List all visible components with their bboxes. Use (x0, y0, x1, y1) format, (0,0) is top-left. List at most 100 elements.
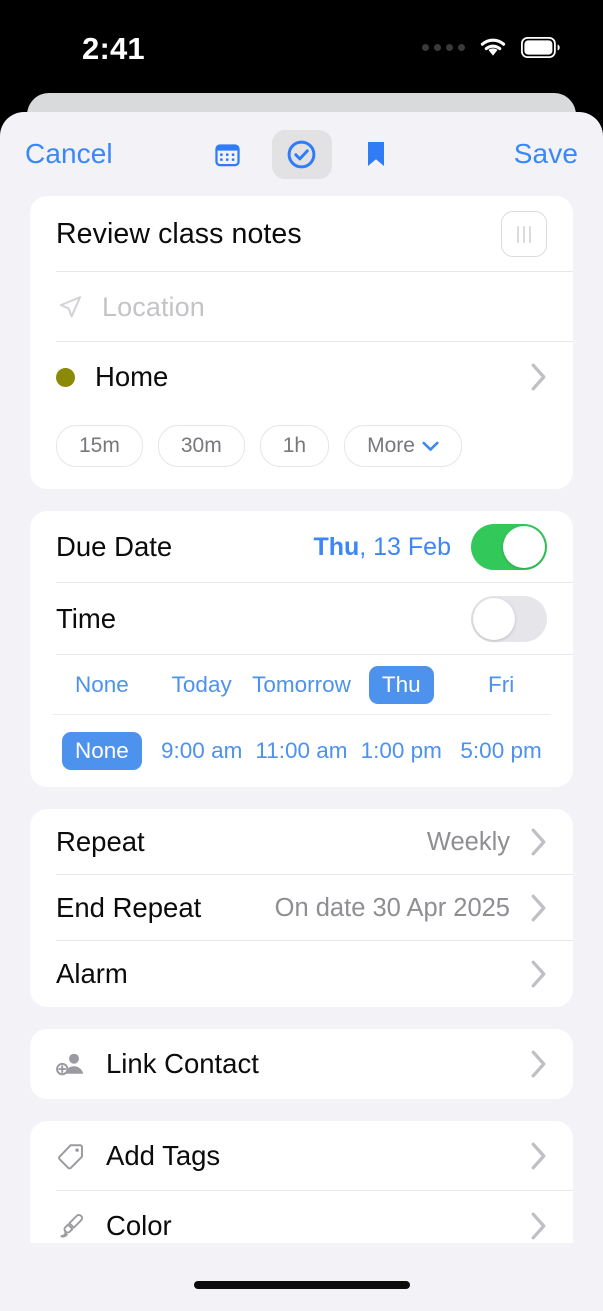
tags-color-card: Add Tags Color (30, 1121, 573, 1261)
quick-label: 11:00 am (255, 738, 348, 763)
save-button[interactable]: Save (514, 138, 578, 170)
due-date-toggle[interactable] (471, 524, 547, 570)
chip-label: More (367, 434, 415, 457)
segment-event[interactable] (198, 130, 258, 179)
calendar-icon (215, 143, 240, 166)
quick-label: 5:00 pm (460, 738, 542, 763)
chevron-right-icon (531, 1050, 546, 1078)
chevron-right-icon (531, 1212, 546, 1240)
time-label: Time (56, 603, 117, 634)
end-repeat-row[interactable]: End Repeat On date 30 Apr 2025 (30, 875, 573, 941)
date-quick-thu[interactable]: Thu (351, 666, 451, 704)
cancel-button[interactable]: Cancel (25, 138, 113, 170)
iphone-screen: 2:41 Cancel Save Review class notes Loca… (0, 0, 603, 1311)
repeat-label: Repeat (56, 826, 145, 857)
type-segmented-control (198, 129, 406, 179)
chevron-right-icon (531, 894, 546, 922)
duration-chip-15m[interactable]: 15m (56, 425, 143, 467)
chevron-right-icon (531, 1142, 546, 1170)
chevron-right-icon (531, 828, 546, 856)
date-quick-fri[interactable]: Fri (451, 672, 551, 698)
task-title-row[interactable]: Review class notes (30, 196, 573, 272)
time-quick-none[interactable]: None (52, 732, 152, 770)
link-contact-card: Link Contact (30, 1029, 573, 1099)
add-tags-label: Add Tags (106, 1140, 221, 1171)
list-name-label: Home (95, 361, 169, 392)
check-circle-icon (287, 140, 316, 168)
signal-dots-icon (422, 43, 465, 51)
task-title-input[interactable]: Review class notes (56, 218, 501, 251)
home-indicator[interactable] (193, 1281, 410, 1289)
priority-bars-icon[interactable] (501, 211, 547, 257)
quick-label: Tomorrow (252, 672, 351, 697)
due-date-rest: , 13 Feb (359, 532, 451, 561)
chevron-right-icon (531, 960, 546, 988)
quick-label: None (75, 672, 129, 697)
chevron-right-icon (531, 363, 546, 391)
status-bar-indicators (422, 36, 561, 58)
duration-chips-row: 15m 30m 1h More (30, 412, 573, 489)
quick-label: Fri (487, 672, 515, 697)
location-input[interactable]: Location (102, 292, 205, 323)
segment-task[interactable] (271, 129, 332, 179)
alarm-row[interactable]: Alarm (30, 941, 573, 1007)
list-selector-row[interactable]: Home (30, 342, 573, 412)
quick-label: 9:00 am (161, 738, 243, 763)
bottom-fade (0, 1243, 603, 1311)
person-add-icon (56, 1053, 84, 1076)
link-contact-label: Link Contact (106, 1048, 259, 1079)
due-date-row[interactable]: Due Date Thu, 13 Feb (30, 511, 573, 583)
sheet-toolbar: Cancel Save (0, 112, 603, 196)
end-repeat-label: End Repeat (56, 892, 202, 923)
task-details-card: Review class notes Location Home 15m 30m… (30, 196, 573, 489)
date-quick-none[interactable]: None (52, 672, 152, 698)
due-date-weekday: Thu (313, 532, 360, 561)
due-date-label: Due Date (56, 531, 173, 562)
toggle-knob (503, 526, 545, 568)
tag-icon (58, 1144, 83, 1170)
duration-chip-30m[interactable]: 30m (157, 425, 245, 467)
repeat-value: Weekly (426, 827, 510, 856)
quick-label-selected: None (62, 732, 142, 770)
task-editor-sheet: Cancel Save Review class notes Location … (0, 112, 603, 1311)
status-bar-time: 2:41 (82, 31, 145, 66)
chip-label: 30m (180, 434, 222, 457)
sheet-content: Review class notes Location Home 15m 30m… (0, 196, 603, 1311)
date-quick-today[interactable]: Today (152, 672, 252, 698)
chip-label: 15m (79, 434, 120, 457)
time-quick-11am[interactable]: 11:00 am (252, 738, 352, 764)
navigation-arrow-icon (59, 296, 82, 318)
toggle-knob (473, 598, 515, 640)
date-quick-picker-row: None Today Tomorrow Thu Fri (30, 655, 573, 715)
time-toggle[interactable] (471, 596, 547, 642)
paintbrush-icon (60, 1213, 84, 1238)
add-tags-row[interactable]: Add Tags (30, 1121, 573, 1191)
quick-label: Today (171, 672, 232, 697)
list-color-dot (56, 367, 75, 387)
time-quick-picker-row: None 9:00 am 11:00 am 1:00 pm 5:00 pm (30, 715, 573, 787)
repeat-row[interactable]: Repeat Weekly (30, 809, 573, 875)
color-label: Color (106, 1210, 172, 1241)
segment-note[interactable] (346, 130, 406, 179)
due-date-value[interactable]: Thu, 13 Feb (313, 533, 451, 562)
end-repeat-value: On date 30 Apr 2025 (274, 893, 510, 922)
bookmark-icon (367, 142, 384, 166)
time-row[interactable]: Time (30, 583, 573, 655)
location-row[interactable]: Location (30, 272, 573, 342)
quick-label-selected: Thu (368, 666, 434, 704)
wifi-icon (480, 38, 506, 56)
date-quick-tomorrow[interactable]: Tomorrow (252, 672, 352, 698)
link-contact-row[interactable]: Link Contact (30, 1029, 573, 1099)
alarm-label: Alarm (56, 958, 128, 989)
chip-label: 1h (282, 434, 307, 457)
repeat-card: Repeat Weekly End Repeat On date 30 Apr … (30, 809, 573, 1007)
time-quick-9am[interactable]: 9:00 am (152, 738, 252, 764)
duration-chip-more[interactable]: More (344, 425, 462, 467)
status-bar: 2:41 (0, 0, 603, 92)
battery-full-icon (521, 36, 560, 58)
time-quick-5pm[interactable]: 5:00 pm (451, 738, 551, 764)
duration-chip-1h[interactable]: 1h (259, 425, 330, 467)
quick-label: 1:00 pm (360, 738, 442, 763)
chevron-down-icon (422, 441, 439, 451)
time-quick-1pm[interactable]: 1:00 pm (351, 738, 451, 764)
